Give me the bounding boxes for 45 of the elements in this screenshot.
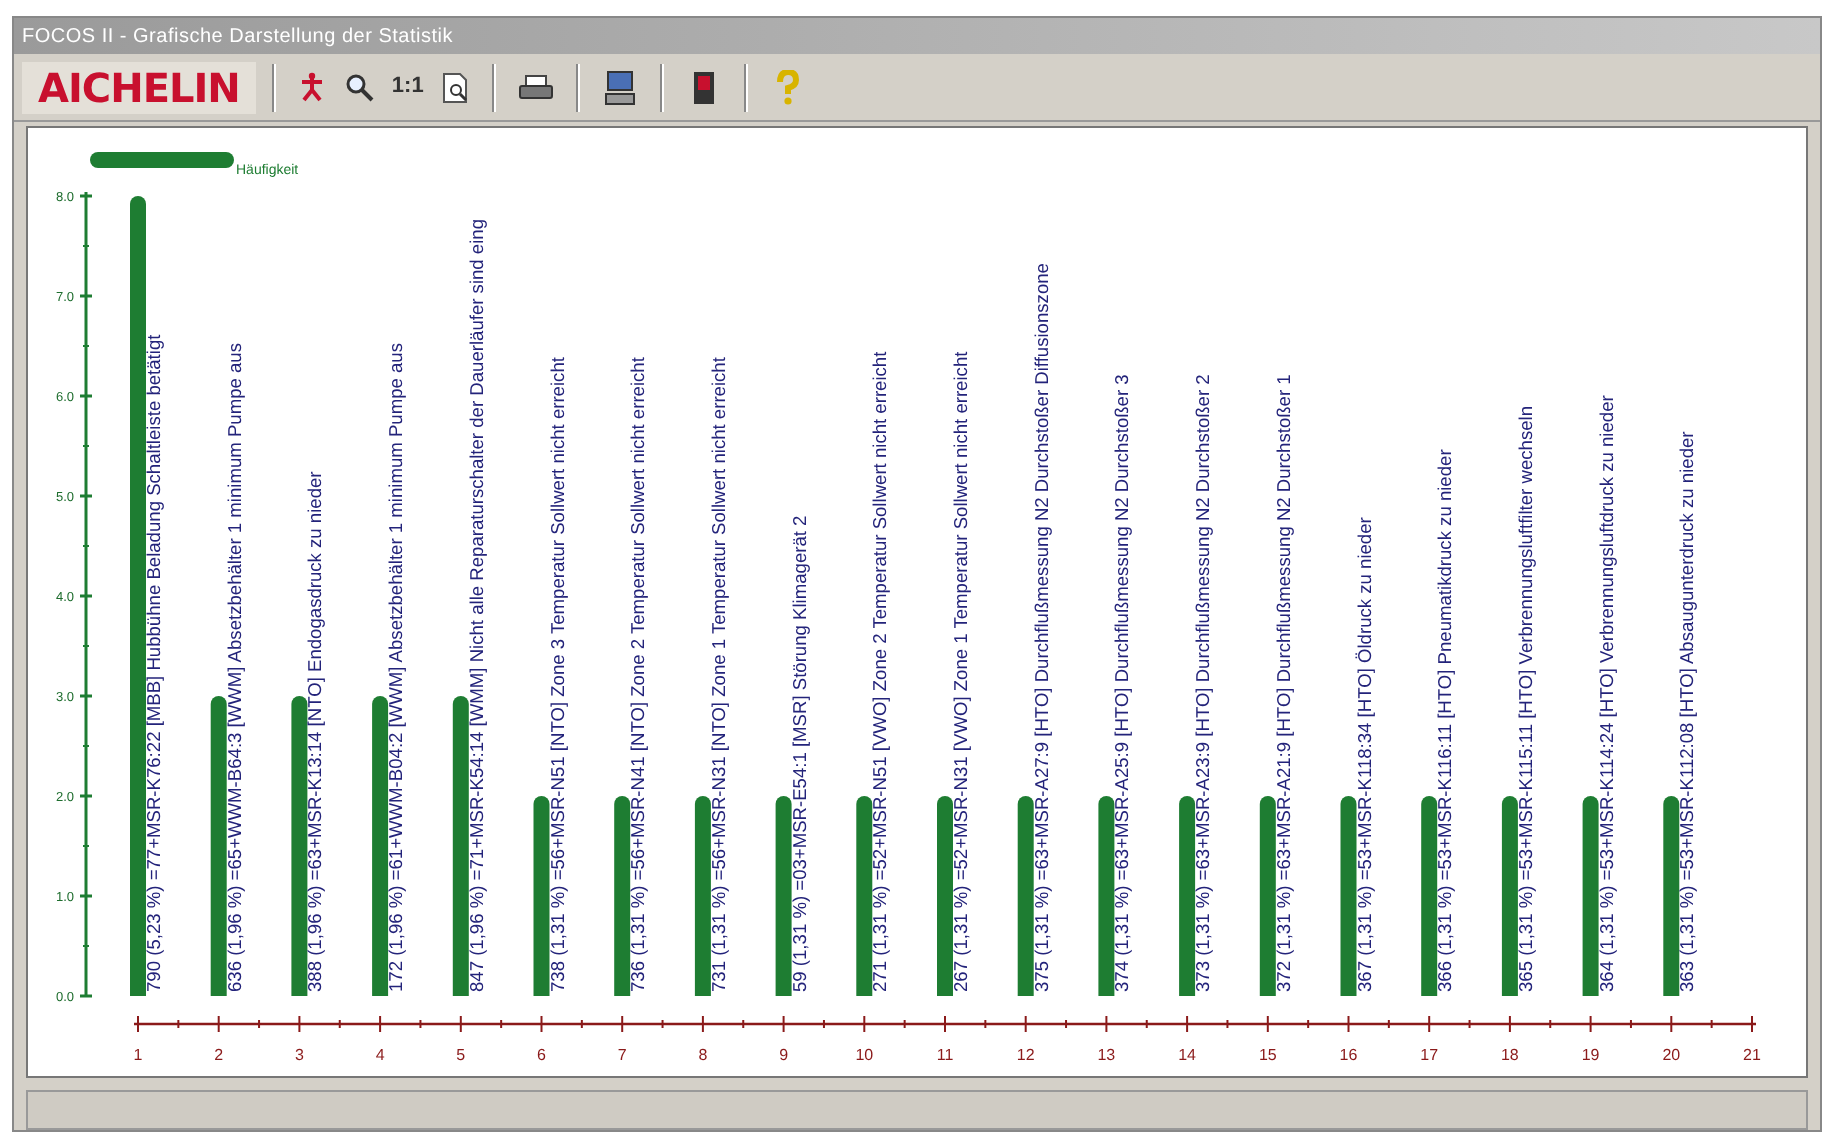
x-tick-label: 15	[1258, 1046, 1277, 1064]
x-tick-label: 21	[1743, 1046, 1761, 1064]
x-tick-label: 20	[1662, 1046, 1681, 1064]
bar-label: 790 (5,23 %) =77+MSR-K76:22 [MBB] Hubbühne Beladung Schaltleiste betätigt	[144, 334, 164, 992]
x-tick-label: 2	[214, 1046, 224, 1064]
bar-label: 373 (1,31 %) =63+MSR-A23:9 [HTO] Durchflußmessung N2 Durchstoßer 2	[1193, 374, 1214, 992]
logo: AICHELIN	[22, 61, 256, 113]
x-tick-label: 1	[133, 1046, 143, 1064]
x-tick-label: 17	[1420, 1046, 1439, 1064]
bar-label: 172 (1,96 %) =61+WWM-B04:2 [WWM] Absetzbehälter 1 minimum Pumpe aus	[386, 343, 407, 992]
bar-label: 731 (1,31 %) =56+MSR-N31 [NTO] Zone 1 Temperatur Sollwert nicht erreicht	[708, 357, 729, 992]
bar-label: 59 (1,31 %) =03+MSR-E54:1 [MSR] Störung Klimagerät 2	[789, 515, 810, 992]
bar-label: 847 (1,96 %) =71+MSR-K54:14 [WMM] Nicht alle Reparaturschalter der Dauerläufer sind eing	[466, 218, 487, 992]
x-tick-label: 9	[779, 1046, 789, 1064]
x-tick-label: 8	[698, 1046, 708, 1064]
bar-label: 372 (1,31 %) =63+MSR-A21:9 [HTO] Durchflußmessung N2 Durchstoßer 1	[1273, 374, 1294, 992]
x-tick-label: 7	[617, 1046, 627, 1064]
x-tick-label: 6	[537, 1046, 546, 1064]
x-tick-label: 11	[936, 1046, 954, 1064]
window-title: FOCOS II - Grafische Darstellung der Statistik	[22, 23, 453, 51]
x-tick-label: 4	[375, 1046, 385, 1064]
x-tick-label: 5	[456, 1046, 466, 1064]
x-tick-label: 19	[1581, 1046, 1600, 1064]
x-tick-label: 3	[294, 1046, 304, 1064]
bar-label: 267 (1,31 %) =52+MSR-N31 [VWO] Zone 1 Temperatur Sollwert nicht erreicht	[951, 351, 971, 992]
x-tick-label: 10	[855, 1046, 874, 1064]
x-tick-label: 13	[1097, 1046, 1116, 1064]
bar-label: 365 (1,31 %) =53+MSR-K115:11 [HTO] Verbrennungsluftfilter wechseln	[1515, 405, 1536, 992]
legend-swatch	[90, 152, 234, 168]
bar-label: 374 (1,31 %) =63+MSR-A25:9 [HTO] Durchflußmessung N2 Durchstoßer 3	[1112, 374, 1133, 992]
bar-label: 366 (1,31 %) =53+MSR-K116:11 [HTO] Pneumatikdruck zu nieder	[1435, 449, 1456, 992]
bar-label: 363 (1,31 %) =53+MSR-K112:08 [HTO] Absaugunterdruck zu nieder	[1677, 431, 1698, 992]
bar-label: 388 (1,96 %) =63+MSR-K13:14 [NTO] Endogasdruck zu nieder	[305, 471, 326, 992]
bar-label: 738 (1,31 %) =56+MSR-N51 [NTO] Zone 3 Temperatur Sollwert nicht erreicht	[547, 357, 568, 992]
bar-label: 736 (1,31 %) =56+MSR-N41 [NTO] Zone 2 Temperatur Sollwert nicht erreicht	[628, 357, 649, 992]
bar-label: 271 (1,31 %) =52+MSR-N51 [VWO] Zone 2 Temperatur Sollwert nicht erreicht	[870, 351, 891, 992]
x-tick-label: 16	[1339, 1046, 1358, 1064]
bar-label: 636 (1,96 %) =65+WWM-B64:3 [WWM] Absetzbehälter 1 minimum Pumpe aus	[224, 343, 245, 992]
actual-size-button[interactable]: 1:1	[387, 67, 428, 107]
x-tick-label: 14	[1178, 1046, 1196, 1064]
bar-label: 367 (1,31 %) =53+MSR-K118:34 [HTO] Öldruck zu nieder	[1354, 517, 1375, 992]
x-tick-label: 12	[1016, 1046, 1035, 1064]
x-tick-label: 18	[1501, 1046, 1519, 1064]
bar-label: 375 (1,31 %) =63+MSR-A27:9 [HTO] Durchflußmessung N2 Durchstoßer Diffusionszone	[1031, 263, 1052, 992]
bar-label: 364 (1,31 %) =53+MSR-K114:24 [HTO] Verbrennungsluftdruck zu nieder	[1596, 395, 1617, 992]
